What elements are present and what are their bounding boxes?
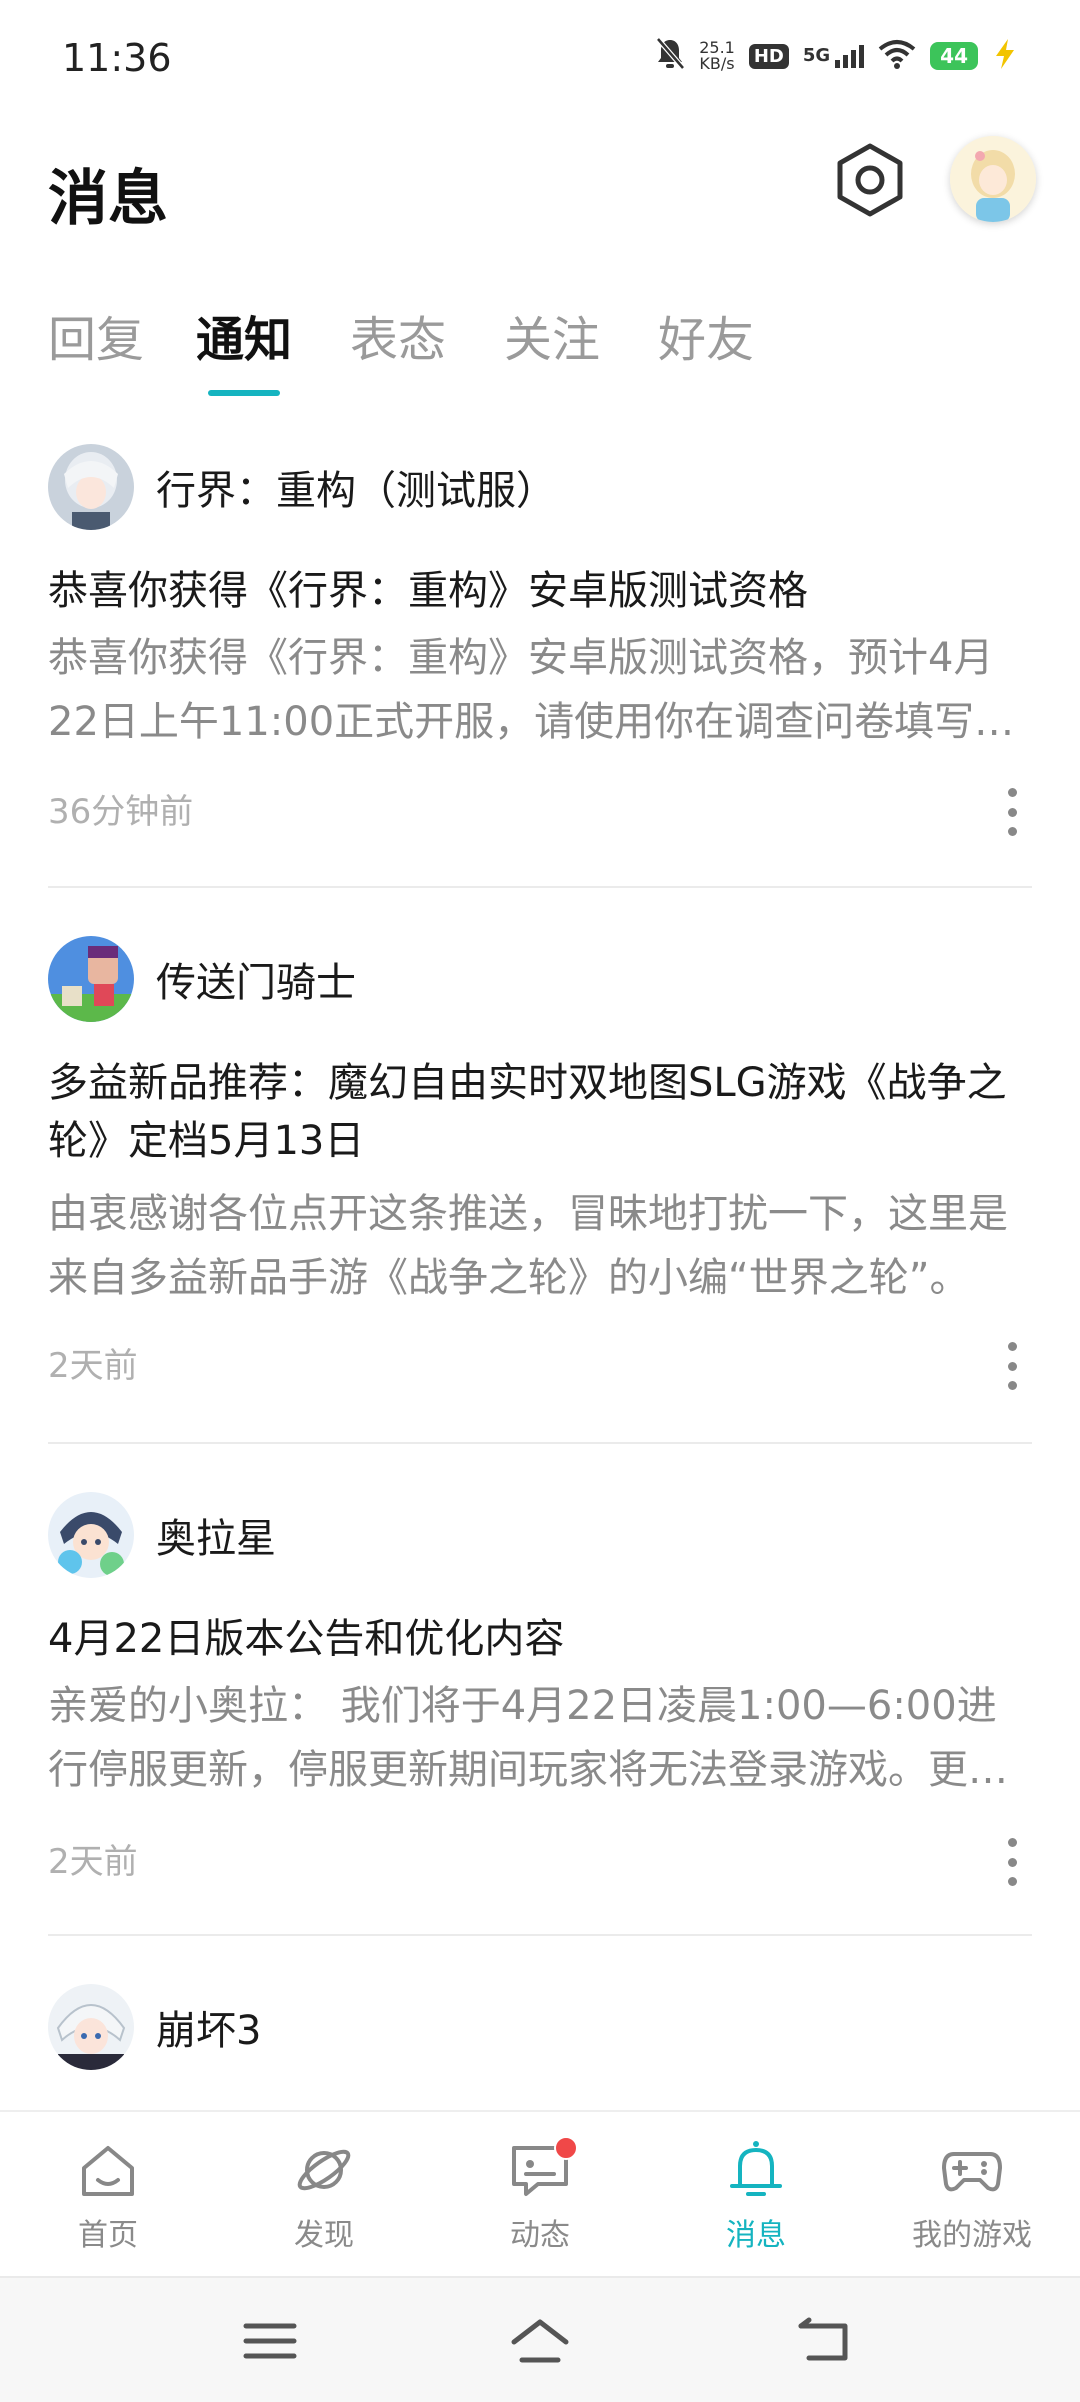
divider [48,886,1032,888]
signal-icon: 5G [802,44,865,68]
home-button[interactable] [510,2316,570,2366]
settings-icon [837,143,903,217]
user-avatar-button[interactable] [950,136,1036,222]
message-header: 传送门骑士 [48,936,356,1022]
sender-avatar[interactable] [48,444,134,530]
recents-button[interactable] [240,2316,300,2366]
more-options-button[interactable] [1000,1342,1024,1390]
message-tabs: 回复 通知 表态 关注 好友 [0,300,1080,400]
gamepad-icon [942,2152,1002,2192]
sender-name[interactable]: 奥拉星 [156,1506,276,1564]
message-item[interactable]: 奥拉星 4月22日版本公告和优化内容 亲爱的小奥拉： 我们将于4月22日凌晨1:… [48,1492,1032,1886]
sender-avatar[interactable] [48,936,134,1022]
nav-activity[interactable]: 动态 [465,2136,615,2254]
more-options-button[interactable] [1000,788,1024,836]
notification-badge [554,2136,578,2160]
network-speed: 25.1 KB/s [699,40,735,72]
settings-button[interactable] [830,140,910,220]
message-title: 多益新品推荐：魔幻自由实时双地图SLG游戏《战争之轮》定档5月13日 [48,1060,1007,1164]
planet-icon [297,2149,351,2191]
message-item[interactable]: 行界：重构（测试服） 恭喜你获得《行界：重构》安卓版测试资格 恭喜你获得《行界：… [48,444,1032,836]
home-icon [82,2146,134,2196]
sender-name[interactable]: 行界：重构（测试服） [156,458,556,516]
nav-label: 首页 [78,2218,138,2253]
nav-home[interactable]: 首页 [33,2138,183,2254]
sender-name[interactable]: 传送门骑士 [156,950,356,1008]
message-body: 亲爱的小奥拉： 我们将于4月22日凌晨1:00—6:00进行停服更新，停服更新期… [48,1683,1008,1793]
sender-avatar[interactable] [48,1492,134,1578]
nav-messages[interactable]: 消息 [681,2138,831,2254]
net-speed-unit: KB/s [699,54,735,73]
bottom-navigation: 首页 发现 动态 消息 我的游戏 [0,2110,1080,2276]
wifi-icon [878,39,916,73]
message-body: 由衷感谢各位点开这条推送，冒昧地打扰一下，这里是来自多益新品手游《战争之轮》的小… [48,1191,1008,1301]
message-item[interactable]: 传送门骑士 多益新品推荐：魔幻自由实时双地图SLG游戏《战争之轮》定档5月13日… [48,936,1032,1390]
tab-follows[interactable]: 关注 [504,300,600,370]
home-outline-icon [511,2319,569,2363]
tab-friends[interactable]: 好友 [658,300,754,370]
tab-replies[interactable]: 回复 [48,300,144,370]
tab-notifications[interactable]: 通知 [196,300,292,370]
page-title: 消息 [48,164,168,234]
sender-name[interactable]: 崩坏3 [156,1998,261,2056]
divider [48,1442,1032,1444]
charging-icon [992,38,1018,74]
message-header: 崩坏3 [48,1984,261,2070]
nav-label: 动态 [510,2218,570,2253]
nav-label: 我的游戏 [912,2218,1032,2253]
nav-label: 消息 [726,2218,786,2253]
divider [48,1934,1032,1936]
message-header: 行界：重构（测试服） [48,444,556,530]
more-options-button[interactable] [1000,1838,1024,1886]
status-icons: 25.1 KB/s HD 5G 44 [655,34,1018,78]
status-time: 11:36 [62,36,172,80]
signal-label: 5G [802,44,831,66]
tab-reactions[interactable]: 表态 [350,300,446,370]
nav-my-games[interactable]: 我的游戏 [897,2138,1047,2254]
nav-label: 发现 [294,2218,354,2253]
message-title: 恭喜你获得《行界：重构》安卓版测试资格 [48,568,808,614]
message-body: 恭喜你获得《行界：重构》安卓版测试资格，预计4月22日上午11:00正式开服，请… [48,635,1015,745]
status-bar: 11:36 25.1 KB/s HD 5G 44 [0,0,1080,110]
avatar [950,136,1036,222]
message-time: 2天前 [48,1346,138,1386]
message-time: 36分钟前 [48,792,194,832]
back-icon [798,2317,848,2361]
message-time: 2天前 [48,1842,138,1882]
bell-icon [730,2141,782,2196]
back-button[interactable] [795,2316,855,2366]
menu-icon [243,2323,297,2359]
message-item[interactable]: 崩坏3 [48,1984,1032,2110]
mute-icon [655,37,686,75]
active-tab-indicator [208,390,280,396]
hd-badge: HD [748,43,789,69]
sender-avatar[interactable] [48,1984,134,2070]
message-header: 奥拉星 [48,1492,276,1578]
nav-discover[interactable]: 发现 [249,2138,399,2254]
message-title: 4月22日版本公告和优化内容 [48,1616,565,1662]
battery-indicator: 44 [930,42,978,70]
system-navigation-bar [0,2276,1080,2402]
